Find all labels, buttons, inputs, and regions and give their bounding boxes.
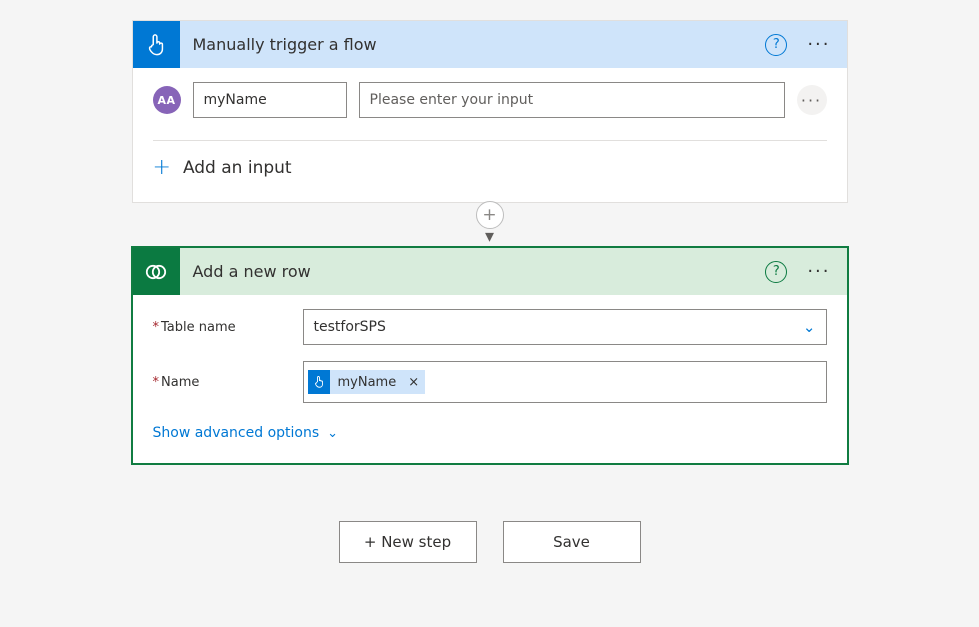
plus-icon: + [153, 155, 171, 180]
input-name-field[interactable]: myName [193, 82, 347, 118]
dataverse-icon [133, 248, 180, 295]
token-label: myName [338, 375, 403, 390]
dynamic-token[interactable]: myName × [308, 370, 426, 394]
trigger-input-row: AA myName Please enter your input ··· [153, 82, 827, 118]
text-type-icon: AA [153, 86, 181, 114]
save-button[interactable]: Save [503, 521, 641, 563]
more-icon[interactable]: ··· [801, 261, 836, 282]
name-field[interactable]: myName × [303, 361, 827, 403]
action-title: Add a new row [180, 262, 766, 281]
action-header[interactable]: Add a new row ? ··· [133, 248, 847, 295]
add-input-label: Add an input [183, 158, 292, 178]
chevron-down-icon: ⌄ [327, 426, 338, 441]
trigger-card: Manually trigger a flow ? ··· AA myName … [132, 20, 848, 203]
table-name-label: *Table name [153, 320, 303, 335]
show-advanced-link[interactable]: Show advanced options ⌄ [153, 425, 339, 441]
help-icon[interactable]: ? [765, 34, 787, 56]
trigger-title: Manually trigger a flow [180, 35, 766, 54]
action-card: Add a new row ? ··· *Table name testforS… [131, 246, 849, 465]
help-icon[interactable]: ? [765, 261, 787, 283]
name-label: *Name [153, 375, 303, 390]
remove-token-icon[interactable]: × [402, 375, 425, 390]
connector: + ▾ [476, 203, 504, 246]
table-name-value: testforSPS [314, 319, 386, 335]
more-icon[interactable]: ··· [801, 34, 836, 55]
input-more-icon[interactable]: ··· [797, 85, 827, 115]
trigger-header[interactable]: Manually trigger a flow ? ··· [133, 21, 847, 68]
manual-trigger-icon [308, 370, 330, 394]
new-step-button[interactable]: + New step [339, 521, 477, 563]
add-input-button[interactable]: + Add an input [153, 155, 827, 180]
table-name-select[interactable]: testforSPS ⌄ [303, 309, 827, 345]
arrow-down-icon: ▾ [485, 228, 494, 246]
insert-step-button[interactable]: + [476, 201, 504, 229]
footer-buttons: + New step Save [339, 521, 641, 563]
chevron-down-icon: ⌄ [803, 318, 816, 336]
divider [153, 140, 827, 141]
input-prompt-field[interactable]: Please enter your input [359, 82, 785, 118]
manual-trigger-icon [133, 21, 180, 68]
